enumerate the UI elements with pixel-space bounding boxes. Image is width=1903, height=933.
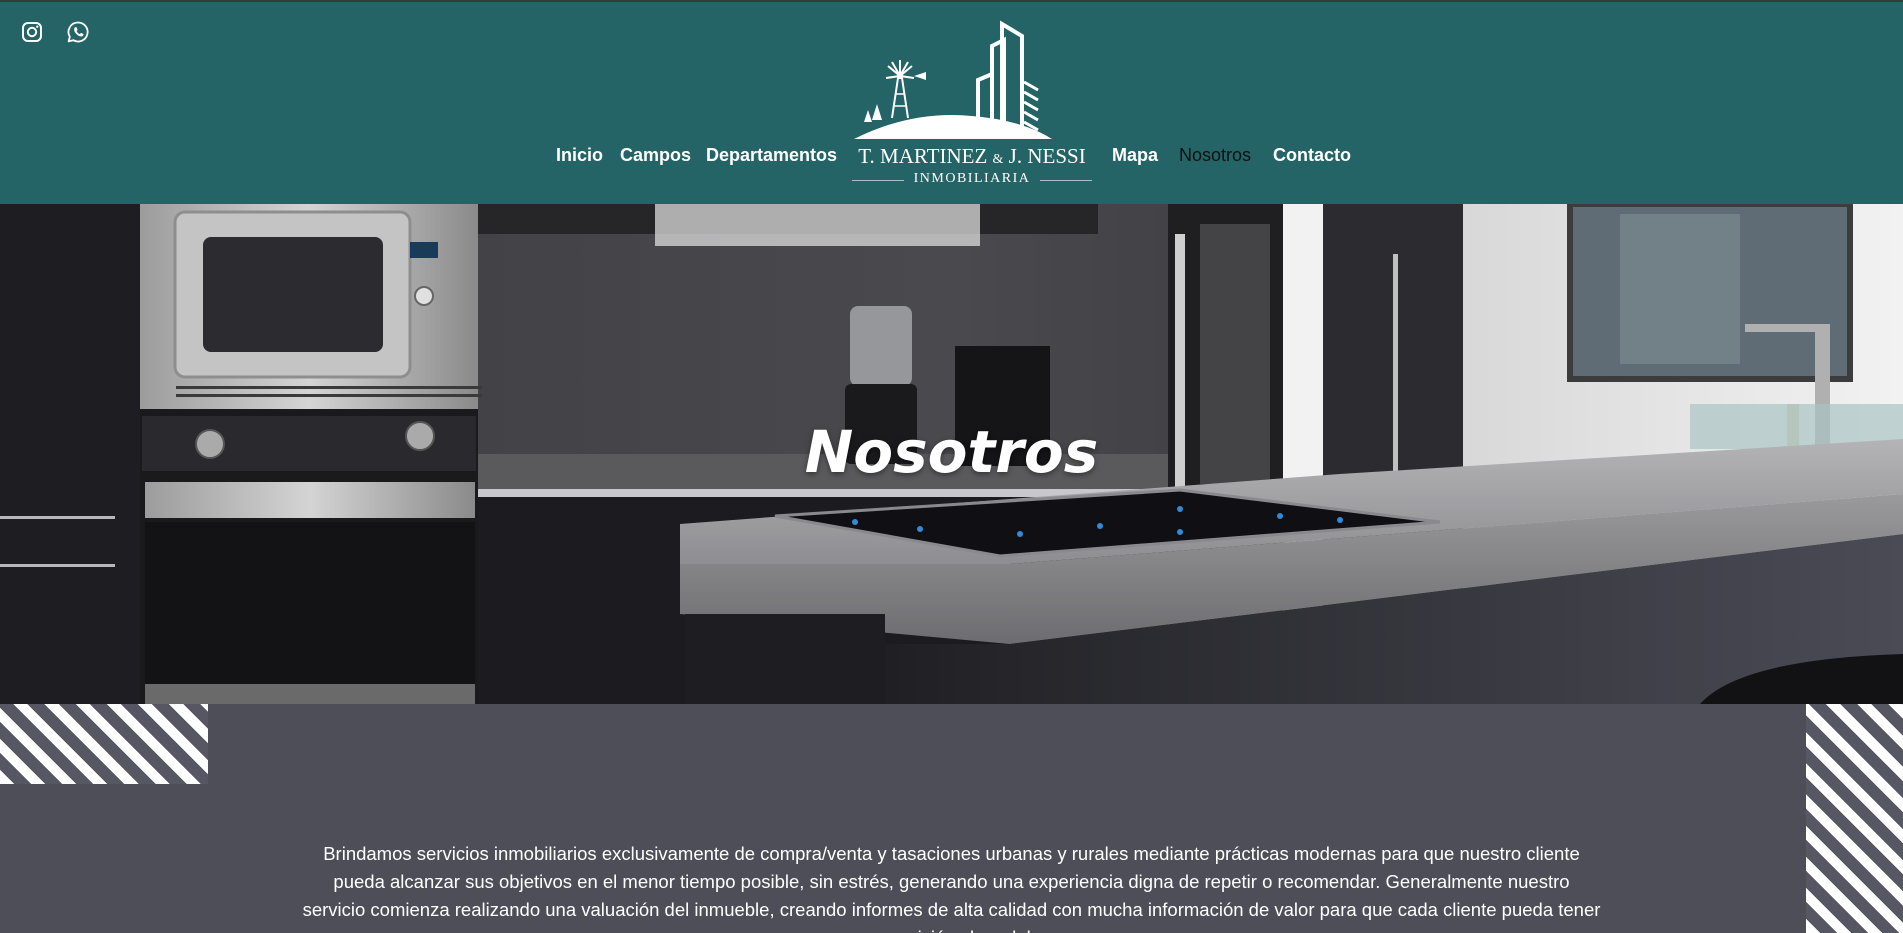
social-links: [20, 20, 90, 44]
about-paragraph: Brindamos servicios inmobiliarios exclus…: [302, 843, 1601, 933]
logo-subtitle: INMOBILIARIA: [913, 171, 1031, 186]
decorative-stripes-left: [0, 704, 208, 784]
whatsapp-icon[interactable]: [66, 20, 90, 44]
instagram-icon[interactable]: [20, 20, 44, 44]
site-header: Inicio Campos Departamentos T. MARTINEZ …: [0, 0, 1903, 204]
hero-title: Nosotros: [804, 418, 1099, 486]
logo-brand-amp: &: [992, 152, 1004, 167]
logo-emblem: [854, 20, 1052, 139]
nav-item-campos[interactable]: Campos: [620, 145, 691, 166]
nav-item-contacto[interactable]: Contacto: [1273, 145, 1351, 166]
nav-item-nosotros[interactable]: Nosotros: [1179, 145, 1251, 166]
nav-item-mapa[interactable]: Mapa: [1112, 145, 1158, 166]
decorative-stripes-right: [1806, 704, 1903, 933]
logo-brand-b: J. NESSI: [1008, 144, 1086, 168]
logo[interactable]: T. MARTINEZ & J. NESSI INMOBILIARIA: [852, 20, 1092, 190]
hero-banner: Nosotros: [0, 204, 1903, 704]
logo-brand-name: T. MARTINEZ & J. NESSI: [852, 144, 1092, 169]
logo-brand-a: T. MARTINEZ: [858, 144, 988, 168]
nav-item-departamentos[interactable]: Departamentos: [706, 145, 837, 166]
nav-item-inicio[interactable]: Inicio: [556, 145, 603, 166]
